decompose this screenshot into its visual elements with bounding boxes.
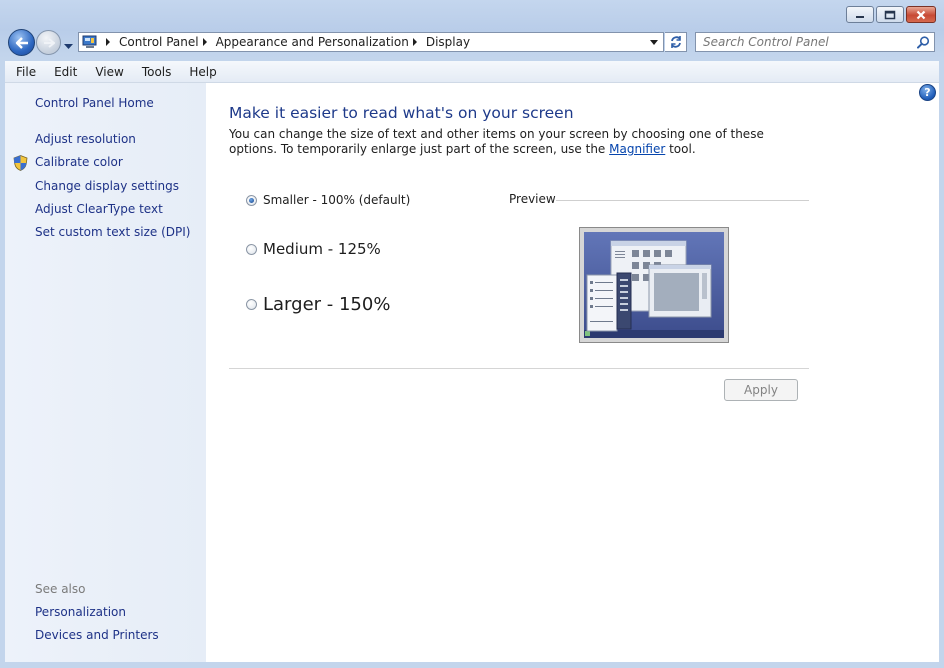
navigation-bar: Control Panel Appearance and Personaliza… bbox=[0, 28, 944, 58]
breadcrumb-appearance-personalization[interactable]: Appearance and Personalization bbox=[216, 35, 409, 49]
menu-file[interactable]: File bbox=[5, 65, 43, 79]
address-bar[interactable]: Control Panel Appearance and Personaliza… bbox=[78, 32, 664, 52]
magnifier-link[interactable]: Magnifier bbox=[609, 142, 665, 156]
minimize-icon bbox=[856, 15, 864, 18]
breadcrumb-arrow-icon[interactable] bbox=[202, 38, 207, 46]
search-icon[interactable] bbox=[917, 36, 930, 49]
sidebar-link-devices-and-printers[interactable]: Devices and Printers bbox=[35, 628, 159, 642]
preview-label: Preview bbox=[509, 192, 556, 206]
see-also-heading: See also bbox=[35, 582, 86, 596]
apply-button[interactable]: Apply bbox=[724, 379, 798, 401]
search-box bbox=[695, 32, 935, 52]
close-icon bbox=[916, 10, 926, 19]
chevron-down-icon bbox=[64, 44, 73, 49]
address-history-chevron-icon[interactable] bbox=[650, 40, 658, 45]
back-arrow-icon bbox=[15, 36, 28, 49]
option-medium-label[interactable]: Medium - 125% bbox=[263, 240, 381, 258]
section-divider bbox=[229, 368, 809, 369]
sidebar-link-change-display-settings[interactable]: Change display settings bbox=[35, 179, 179, 193]
minimize-button[interactable] bbox=[846, 6, 874, 23]
breadcrumb-arrow-icon[interactable] bbox=[106, 38, 110, 46]
sidebar-link-personalization[interactable]: Personalization bbox=[35, 605, 126, 619]
sidebar-link-calibrate-color[interactable]: Calibrate color bbox=[35, 155, 123, 169]
breadcrumb-display[interactable]: Display bbox=[426, 35, 470, 49]
preview-divider bbox=[556, 200, 809, 201]
menu-help[interactable]: Help bbox=[178, 65, 223, 79]
restore-icon bbox=[884, 10, 896, 19]
menu-tools[interactable]: Tools bbox=[131, 65, 179, 79]
option-medium[interactable]: Medium - 125% bbox=[246, 240, 381, 258]
caption-buttons bbox=[844, 6, 936, 23]
sidebar-link-control-panel-home[interactable]: Control Panel Home bbox=[35, 96, 154, 110]
maximize-button[interactable] bbox=[876, 6, 904, 23]
refresh-icon bbox=[670, 36, 681, 48]
close-button[interactable] bbox=[906, 6, 936, 23]
recent-pages-button[interactable] bbox=[64, 39, 73, 53]
sidebar-link-adjust-cleartype[interactable]: Adjust ClearType text bbox=[35, 202, 163, 216]
breadcrumb-control-panel[interactable]: Control Panel bbox=[119, 35, 199, 49]
page-title: Make it easier to read what's on your sc… bbox=[229, 104, 574, 122]
forward-arrow-icon bbox=[43, 37, 55, 48]
radio-medium[interactable] bbox=[246, 243, 257, 255]
back-button[interactable] bbox=[8, 29, 35, 56]
option-larger-label[interactable]: Larger - 150% bbox=[263, 294, 390, 315]
option-larger[interactable]: Larger - 150% bbox=[246, 294, 390, 315]
description-text-end: tool. bbox=[665, 142, 696, 156]
preview-thumbnail bbox=[579, 227, 729, 343]
option-smaller-label[interactable]: Smaller - 100% (default) bbox=[263, 193, 410, 207]
sidebar-link-custom-text-size[interactable]: Set custom text size (DPI) bbox=[35, 225, 190, 239]
radio-larger[interactable] bbox=[246, 299, 257, 310]
page-description: You can change the size of text and othe… bbox=[229, 127, 789, 157]
help-icon[interactable]: ? bbox=[919, 84, 936, 101]
task-sidebar: Control Panel Home Adjust resolution Cal… bbox=[5, 83, 206, 662]
sidebar-link-adjust-resolution[interactable]: Adjust resolution bbox=[35, 132, 136, 146]
search-input[interactable] bbox=[696, 33, 903, 51]
option-smaller[interactable]: Smaller - 100% (default) bbox=[246, 193, 410, 207]
radio-smaller[interactable] bbox=[246, 194, 257, 206]
uac-shield-icon bbox=[13, 155, 28, 171]
menu-bar: File Edit View Tools Help bbox=[5, 61, 939, 83]
refresh-button[interactable] bbox=[665, 32, 687, 52]
breadcrumb-arrow-icon[interactable] bbox=[412, 38, 417, 46]
content-area: Control Panel Home Adjust resolution Cal… bbox=[5, 83, 939, 662]
explorer-window: Control Panel Appearance and Personaliza… bbox=[0, 0, 944, 668]
forward-button[interactable] bbox=[36, 30, 61, 55]
menu-view[interactable]: View bbox=[84, 65, 130, 79]
display-settings-panel: ? Make it easier to read what's on your … bbox=[206, 83, 939, 662]
menu-edit[interactable]: Edit bbox=[43, 65, 84, 79]
control-panel-icon bbox=[82, 35, 97, 48]
